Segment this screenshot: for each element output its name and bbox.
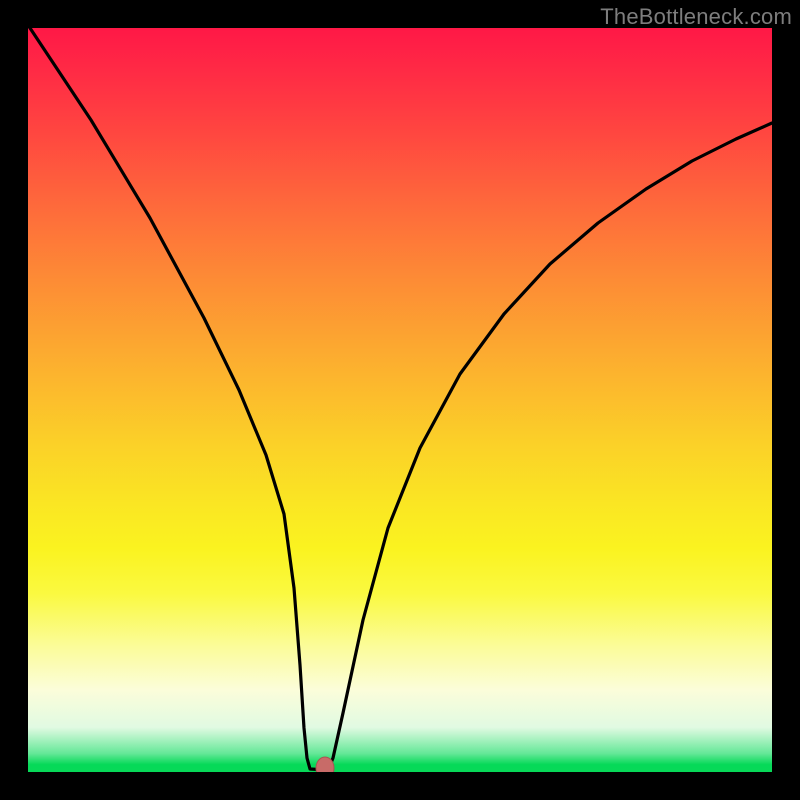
plot-area: [28, 28, 772, 772]
curve-layer: [28, 28, 772, 772]
bottleneck-curve: [28, 28, 772, 770]
watermark-text: TheBottleneck.com: [600, 4, 792, 30]
chart-frame: TheBottleneck.com: [0, 0, 800, 800]
